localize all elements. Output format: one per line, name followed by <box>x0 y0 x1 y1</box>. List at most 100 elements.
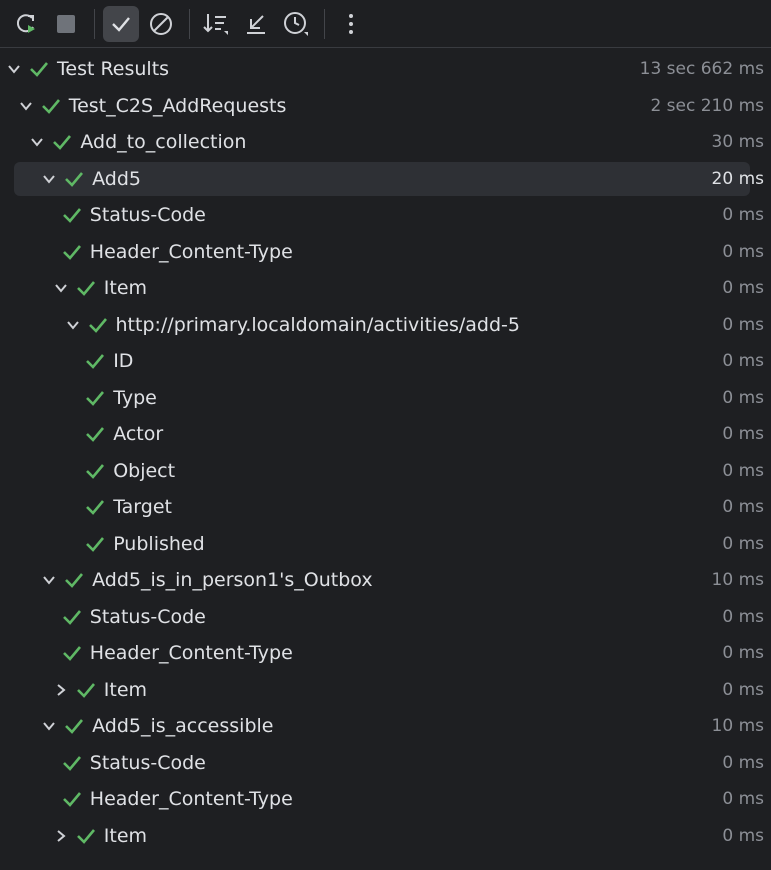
sort-button[interactable] <box>198 6 234 42</box>
test-duration: 10 ms <box>711 570 764 591</box>
chevron-down-icon[interactable] <box>28 133 46 151</box>
passed-check-icon <box>85 535 105 553</box>
test-name-label: Item <box>103 678 148 701</box>
test-duration: 0 ms <box>722 387 764 408</box>
test-name-label: Object <box>113 459 176 482</box>
tree-row[interactable]: Test Results 13 sec 662 ms <box>0 51 771 88</box>
test-duration: 0 ms <box>722 643 764 664</box>
tree-row[interactable]: Add5_is_in_person1's_Outbox 10 ms <box>0 562 771 599</box>
tree-row[interactable]: Item 0 ms <box>0 270 771 307</box>
test-name-label: Header_Content-Type <box>89 642 293 665</box>
passed-check-icon <box>62 644 82 662</box>
more-options-button[interactable] <box>333 6 369 42</box>
tree-row[interactable]: Header_Content-Type 0 ms <box>0 781 771 818</box>
test-duration: 13 sec 662 ms <box>639 59 764 80</box>
tree-row[interactable]: Status-Code 0 ms <box>0 745 771 782</box>
passed-check-icon <box>52 133 72 151</box>
passed-check-icon <box>62 608 82 626</box>
test-name-label: Item <box>103 824 148 847</box>
tree-row[interactable]: Add5_is_accessible 10 ms <box>0 708 771 745</box>
test-runner-toolbar <box>0 0 771 48</box>
test-duration: 0 ms <box>722 679 764 700</box>
passed-check-icon <box>85 425 105 443</box>
test-duration: 30 ms <box>711 132 764 153</box>
test-duration: 0 ms <box>722 241 764 262</box>
test-duration: 0 ms <box>722 606 764 627</box>
test-name-label: Header_Content-Type <box>89 788 293 811</box>
test-name-label: Header_Content-Type <box>89 240 293 263</box>
passed-check-icon <box>76 827 96 845</box>
collapse-icon <box>247 14 265 34</box>
test-name-label: Status-Code <box>89 605 206 628</box>
test-duration: 2 sec 210 ms <box>650 95 764 116</box>
chevron-down-icon[interactable] <box>17 97 35 115</box>
passed-check-icon <box>76 681 96 699</box>
rerun-icon <box>16 13 35 33</box>
tree-row[interactable]: Status-Code 0 ms <box>0 197 771 234</box>
test-name-label: Test_C2S_AddRequests <box>68 94 287 117</box>
tree-row[interactable]: Item 0 ms <box>0 672 771 709</box>
test-name-label: Add_to_collection <box>80 131 247 154</box>
more-vertical-icon <box>349 13 353 34</box>
test-name-label: ID <box>113 350 134 373</box>
test-duration: 0 ms <box>722 205 764 226</box>
test-duration: 0 ms <box>722 278 764 299</box>
chevron-down-icon[interactable] <box>40 717 58 735</box>
tree-row[interactable]: ID 0 ms <box>0 343 771 380</box>
test-duration: 0 ms <box>722 424 764 445</box>
tree-row[interactable]: Add_to_collection 30 ms <box>0 124 771 161</box>
tree-row[interactable]: Header_Content-Type 0 ms <box>0 635 771 672</box>
test-name-label: Target <box>113 496 172 519</box>
stop-button[interactable] <box>48 6 84 42</box>
test-name-label: Add5_is_in_person1's_Outbox <box>92 569 373 592</box>
test-duration: 0 ms <box>722 752 764 773</box>
passed-check-icon <box>85 352 105 370</box>
passed-check-icon <box>64 571 84 589</box>
tree-row[interactable]: Type 0 ms <box>0 380 771 417</box>
test-duration: 0 ms <box>722 314 764 335</box>
passed-check-icon <box>41 97 61 115</box>
test-results-tree: Test Results 13 sec 662 ms Test_C2S_AddReq… <box>0 48 771 854</box>
duration-button[interactable] <box>278 6 314 42</box>
chevron-right-icon[interactable] <box>52 681 70 699</box>
passed-check-icon <box>88 316 108 334</box>
chevron-down-icon[interactable] <box>64 316 82 334</box>
ignored-icon <box>150 12 172 35</box>
tree-row[interactable]: Object 0 ms <box>0 453 771 490</box>
stop-icon <box>57 14 75 33</box>
toolbar-divider <box>94 8 95 39</box>
passed-check-icon <box>85 462 105 480</box>
chevron-down-icon[interactable] <box>5 60 23 78</box>
tree-row[interactable]: http://primary.localdomain/activities/ad… <box>0 307 771 344</box>
tree-row[interactable]: Target 0 ms <box>0 489 771 526</box>
test-duration: 0 ms <box>722 460 764 481</box>
test-name-label: Add5 <box>92 167 141 190</box>
test-duration: 0 ms <box>722 497 764 518</box>
clock-icon <box>284 11 308 36</box>
check-icon <box>112 16 130 32</box>
rerun-button[interactable] <box>8 6 44 42</box>
collapse-button[interactable] <box>238 6 274 42</box>
tree-row[interactable]: Status-Code 0 ms <box>0 599 771 636</box>
test-duration: 0 ms <box>722 825 764 846</box>
show-passed-button[interactable] <box>103 5 139 42</box>
tree-row[interactable]: Header_Content-Type 0 ms <box>0 234 771 271</box>
test-duration: 0 ms <box>722 533 764 554</box>
passed-check-icon <box>85 498 105 516</box>
tree-row[interactable]: Actor 0 ms <box>0 416 771 453</box>
test-name-label: Type <box>113 386 157 409</box>
chevron-right-icon[interactable] <box>52 827 70 845</box>
tree-row[interactable]: Add5 20 ms <box>0 161 771 198</box>
chevron-down-icon[interactable] <box>52 279 70 297</box>
passed-check-icon <box>29 60 49 78</box>
tree-row[interactable]: Published 0 ms <box>0 526 771 563</box>
passed-check-icon <box>62 243 82 261</box>
chevron-down-icon[interactable] <box>40 170 58 188</box>
tree-row[interactable]: Item 0 ms <box>0 818 771 855</box>
test-name-label: Status-Code <box>89 204 206 227</box>
toolbar-divider <box>324 8 325 39</box>
passed-check-icon <box>64 717 84 735</box>
chevron-down-icon[interactable] <box>40 571 58 589</box>
tree-row[interactable]: Test_C2S_AddRequests 2 sec 210 ms <box>0 88 771 125</box>
show-ignored-button[interactable] <box>143 6 179 42</box>
